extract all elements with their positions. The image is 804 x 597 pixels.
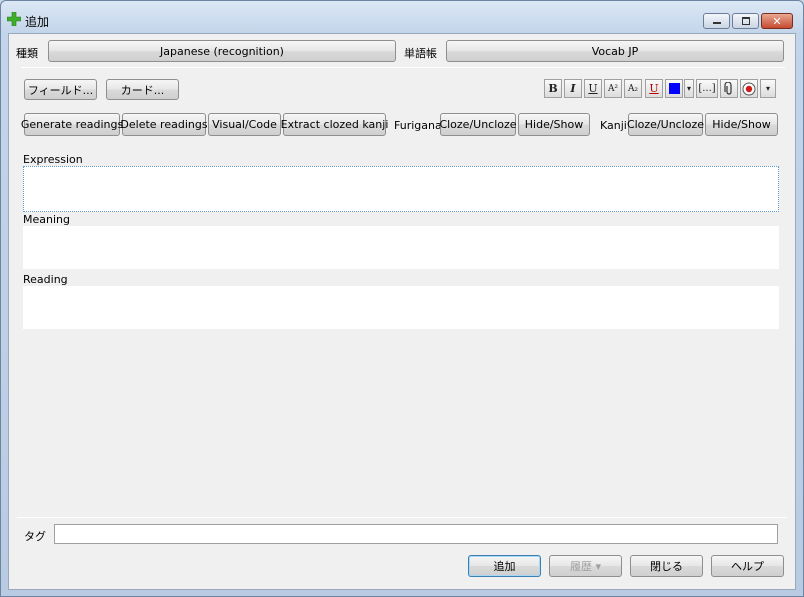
subscript-button[interactable]: A₂: [624, 79, 642, 98]
cloze-button[interactable]: [...]: [696, 79, 718, 98]
furigana-label: Furigana: [394, 119, 442, 132]
field-label-expression: Expression: [23, 153, 83, 166]
help-button[interactable]: ヘルプ: [711, 555, 784, 577]
italic-icon: I: [570, 82, 576, 95]
field-reading[interactable]: [23, 286, 779, 329]
fields-button[interactable]: フィールド...: [24, 79, 97, 100]
history-button[interactable]: 履歴 ▾: [549, 555, 622, 577]
furigana-hide-show-button[interactable]: Hide/Show: [518, 113, 590, 136]
superscript-icon: A²: [607, 83, 619, 94]
record-button[interactable]: [740, 79, 758, 98]
visual-code-button[interactable]: Visual/Code: [208, 113, 281, 136]
close-dialog-button[interactable]: 閉じる: [630, 555, 703, 577]
bold-button[interactable]: B: [544, 79, 562, 98]
note-type-label: 種類: [16, 47, 38, 60]
field-expression[interactable]: [23, 166, 779, 212]
generate-readings-button[interactable]: Generate readings: [21, 113, 123, 136]
deck-button[interactable]: Vocab JP: [446, 40, 784, 62]
add-note-window: 追加 ✕ 種類 Japanese (recognition) 単語帳 Vocab…: [0, 0, 804, 597]
window-title: 追加: [25, 15, 50, 29]
chevron-down-icon: ▾: [765, 84, 770, 93]
delete-readings-button[interactable]: Delete readings: [120, 113, 208, 136]
kanji-label: Kanji: [600, 119, 627, 132]
subscript-icon: A₂: [627, 83, 639, 94]
minimize-icon: [712, 22, 721, 24]
note-type-button[interactable]: Japanese (recognition): [48, 40, 396, 62]
deck-label: 単語帳: [404, 47, 437, 60]
separator: [21, 67, 785, 68]
more-dropdown-button[interactable]: ▾: [760, 79, 776, 98]
color-swatch-icon: [668, 83, 680, 94]
maximize-button[interactable]: [732, 13, 759, 29]
text-color-button[interactable]: [665, 79, 683, 98]
tags-input[interactable]: [54, 524, 778, 544]
underline-button[interactable]: U: [584, 79, 602, 98]
paperclip-icon: [724, 81, 732, 95]
clear-format-icon: U: [649, 82, 659, 95]
chevron-down-icon: ▾: [686, 84, 691, 93]
maximize-icon: [741, 17, 750, 25]
add-plus-icon: [7, 12, 21, 26]
furigana-cloze-button[interactable]: Cloze/Uncloze: [439, 113, 517, 136]
color-dropdown-button[interactable]: ▾: [684, 79, 694, 98]
close-button[interactable]: ✕: [761, 13, 793, 29]
add-button[interactable]: 追加: [468, 555, 541, 577]
italic-button[interactable]: I: [564, 79, 582, 98]
cards-button[interactable]: カード...: [106, 79, 179, 100]
separator: [17, 517, 787, 518]
record-icon: [742, 82, 756, 95]
minimize-button[interactable]: [703, 13, 730, 29]
extract-clozed-kanji-button[interactable]: Extract clozed kanji: [281, 113, 388, 136]
kanji-hide-show-button[interactable]: Hide/Show: [705, 113, 778, 136]
titlebar[interactable]: 追加 ✕: [1, 1, 803, 33]
superscript-button[interactable]: A²: [604, 79, 622, 98]
tags-label: タグ: [24, 530, 46, 543]
underline-icon: U: [588, 82, 598, 95]
attach-button[interactable]: [720, 79, 738, 98]
clear-format-button[interactable]: U: [645, 79, 663, 98]
field-label-meaning: Meaning: [23, 213, 70, 226]
editor-panel: 種類 Japanese (recognition) 単語帳 Vocab JP フ…: [8, 33, 796, 590]
field-meaning[interactable]: [23, 226, 779, 269]
bold-icon: B: [548, 82, 558, 95]
kanji-cloze-button[interactable]: Cloze/Uncloze: [627, 113, 704, 136]
cloze-icon: [...]: [698, 83, 716, 94]
close-icon: ✕: [772, 14, 782, 28]
field-label-reading: Reading: [23, 273, 68, 286]
